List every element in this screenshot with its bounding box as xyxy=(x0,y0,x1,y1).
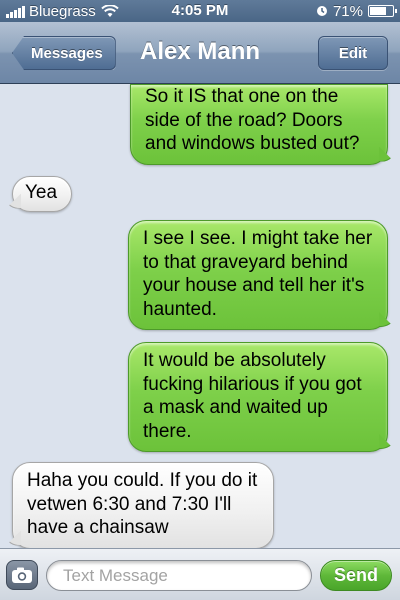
edit-button[interactable]: Edit xyxy=(318,36,388,70)
camera-button[interactable] xyxy=(6,560,38,590)
conversation-thread[interactable]: So it IS that one on the side of the roa… xyxy=(0,84,400,548)
wifi-icon xyxy=(101,4,119,17)
message-input-bar: Text Message Send xyxy=(0,548,400,600)
message-bubble-incoming[interactable]: Haha you could. If you do it vetwen 6:30… xyxy=(12,462,274,548)
message-bubble-outgoing[interactable]: So it IS that one on the side of the roa… xyxy=(130,84,388,165)
message-bubble-incoming[interactable]: Yea xyxy=(12,176,72,212)
carrier-name: Bluegrass xyxy=(29,2,96,20)
status-right-group: 71% xyxy=(316,2,397,20)
battery-level xyxy=(369,7,386,15)
status-bar: Bluegrass 4:05 PM 71% xyxy=(0,0,400,22)
battery-percent: 71% xyxy=(332,2,363,20)
send-button[interactable]: Send xyxy=(320,560,392,591)
signal-bars-icon xyxy=(6,5,25,18)
nav-bar: Messages Alex Mann Edit xyxy=(0,22,400,84)
message-bubble-outgoing[interactable]: It would be absolutely fucking hilarious… xyxy=(128,342,388,452)
camera-icon xyxy=(12,567,32,583)
text-message-input[interactable]: Text Message xyxy=(46,560,312,591)
alarm-icon xyxy=(316,6,327,16)
message-bubble-outgoing[interactable]: I see I see. I might take her to that gr… xyxy=(128,220,388,330)
battery-icon xyxy=(367,5,397,17)
